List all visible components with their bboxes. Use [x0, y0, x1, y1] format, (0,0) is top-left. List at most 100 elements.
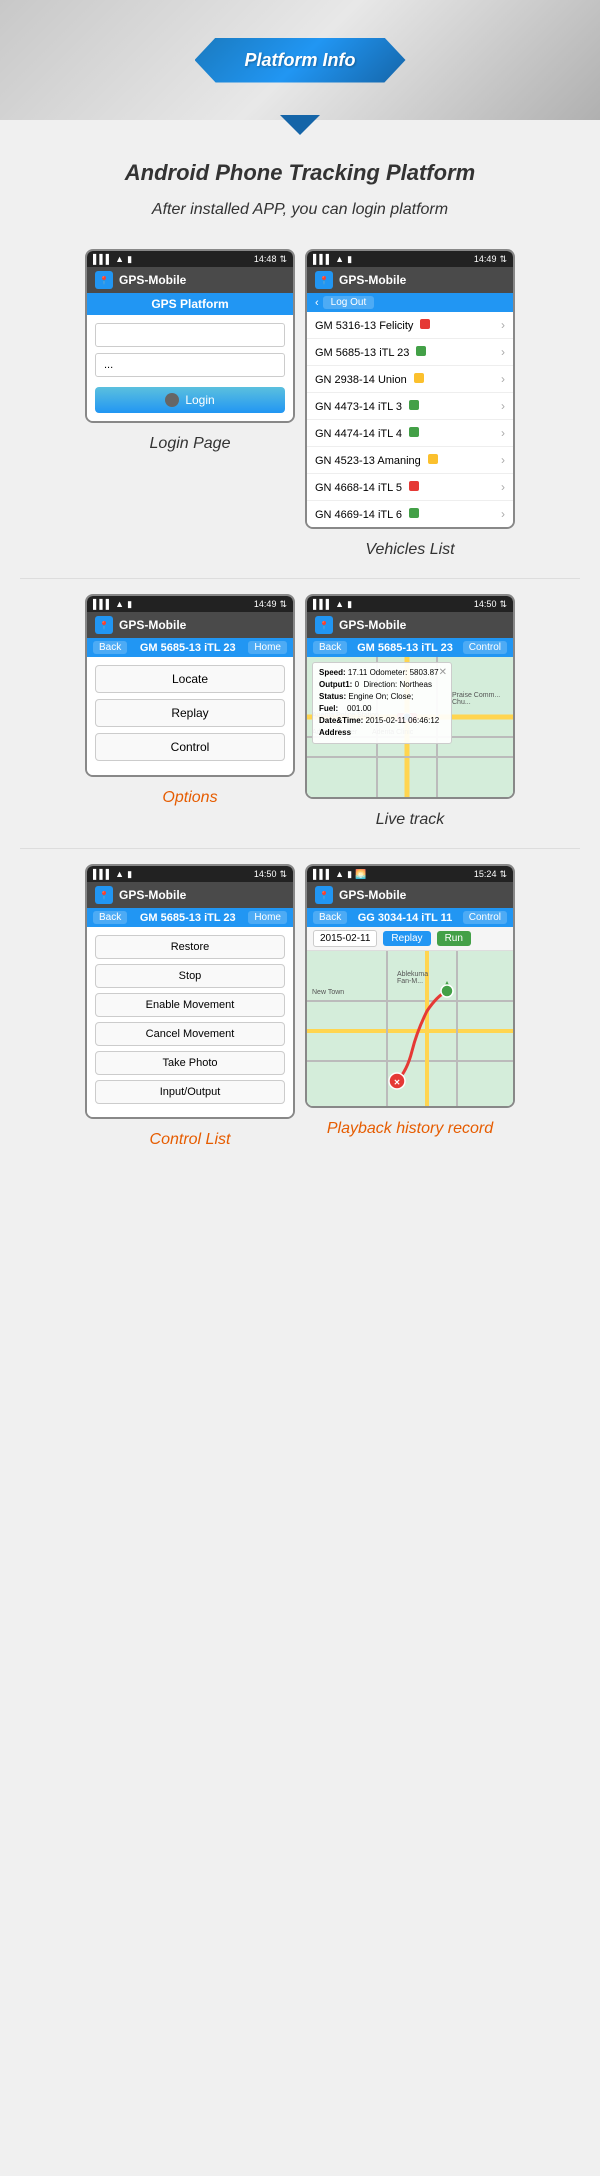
signal-icon: ▌▌▌	[93, 254, 112, 264]
list-item[interactable]: GN 4668-14 iTL 5 ›	[307, 474, 513, 501]
data-icon: ⇅	[499, 254, 507, 265]
vehicles-status-bar: ▌▌▌ ▲ ▮ 14:49 ⇅	[307, 251, 513, 267]
chevron-left-icon: ‹	[315, 297, 319, 309]
status-time: 14:49	[254, 599, 277, 609]
options-label: Options	[158, 785, 221, 811]
gps-app-icon: 📍	[315, 271, 333, 289]
input-output-button[interactable]: Input/Output	[95, 1080, 285, 1104]
battery-icon: ▮	[127, 254, 132, 265]
banner-ribbon: Platform Info	[195, 38, 406, 83]
livetrack-app-header: 📍 GPS-Mobile	[307, 612, 513, 638]
list-item[interactable]: GN 4523-13 Amaning ›	[307, 447, 513, 474]
vehicle-info-popup: ✕ Speed: 17.11 Odometer: 5803.87 Output1…	[312, 662, 452, 744]
password-input[interactable]	[95, 353, 285, 377]
list-item[interactable]: GN 4669-14 iTL 6 ›	[307, 501, 513, 527]
status-dot-green	[409, 427, 419, 437]
back-button[interactable]: Back	[313, 641, 347, 654]
replay-button[interactable]: Replay	[95, 699, 285, 727]
bottom-screens-row: ▌▌▌ ▲ ▮ 14:50 ⇅ 📍 GPS-Mobile Back GM 568…	[0, 854, 600, 1163]
playback-nav: Back GG 3034-14 iTL 11 Control	[307, 908, 513, 927]
playback-phone: ▌▌▌ ▲ ▮ 🌅 15:24 ⇅ 📍 GPS-Mobile Back GG 3…	[305, 864, 515, 1108]
playback-date[interactable]: 2015-02-11	[313, 930, 377, 947]
playback-toolbar: 2015-02-11 Replay Run	[307, 927, 513, 951]
back-button[interactable]: Back	[93, 911, 127, 924]
status-time: 14:50	[474, 599, 497, 609]
cancel-movement-button[interactable]: Cancel Movement	[95, 1022, 285, 1046]
data-icon: ⇅	[499, 869, 507, 880]
stop-button[interactable]: Stop	[95, 964, 285, 988]
status-time: 14:50	[254, 869, 277, 879]
status-time: 15:24	[474, 869, 497, 879]
livetrack-status-bar: ▌▌▌ ▲ ▮ 14:50 ⇅	[307, 596, 513, 612]
options-nav: Back GM 5685-13 iTL 23 Home	[87, 638, 293, 657]
list-item[interactable]: GN 2938-14 Union ›	[307, 366, 513, 393]
login-button[interactable]: Login	[95, 387, 285, 413]
vehicles-screen-pair: ▌▌▌ ▲ ▮ 14:49 ⇅ 📍 GPS-Mobile ‹ Log Out	[305, 249, 515, 563]
locate-button[interactable]: Locate	[95, 665, 285, 693]
logout-bar: ‹ Log Out	[307, 293, 513, 312]
back-button[interactable]: Back	[93, 641, 127, 654]
nav-title: GM 5685-13 iTL 23	[127, 912, 248, 924]
playback-status-bar: ▌▌▌ ▲ ▮ 🌅 15:24 ⇅	[307, 866, 513, 882]
address-info: Address	[319, 727, 445, 739]
settings-icon	[165, 393, 179, 407]
options-screen-pair: ▌▌▌ ▲ ▮ 14:49 ⇅ 📍 GPS-Mobile Back GM 568…	[85, 594, 295, 833]
livetrack-nav: Back GM 5685-13 iTL 23 Control	[307, 638, 513, 657]
divider-1	[20, 578, 580, 579]
take-photo-button[interactable]: Take Photo	[95, 1051, 285, 1075]
close-icon[interactable]: ✕	[439, 665, 447, 680]
chevron-right-icon: ›	[501, 426, 505, 440]
livetrack-map: N6 ✕ Speed: 17.11 Odometer: 5803.87 Outp…	[307, 657, 513, 797]
control-app-name: GPS-Mobile	[119, 888, 186, 902]
replay-button[interactable]: Replay	[383, 931, 430, 946]
login-app-header: 📍 GPS-Mobile	[87, 267, 293, 293]
livetrack-app-name: GPS-Mobile	[339, 618, 406, 632]
logout-button[interactable]: Log Out	[323, 296, 375, 309]
control-button[interactable]: Control	[95, 733, 285, 761]
list-item[interactable]: GN 4474-14 iTL 4 ›	[307, 420, 513, 447]
nav-title: GM 5685-13 iTL 23	[347, 642, 463, 654]
chevron-right-icon: ›	[501, 399, 505, 413]
data-icon: ⇅	[499, 599, 507, 610]
vehicle-name: GM 5316-13 Felicity	[315, 319, 430, 332]
vehicle-name: GN 2938-14 Union	[315, 373, 424, 386]
back-button[interactable]: Back	[313, 911, 347, 924]
data-icon: ⇅	[279, 254, 287, 265]
signal-icon: ▌▌▌	[313, 599, 332, 609]
divider-2	[20, 848, 580, 849]
control-nav: Back GM 5685-13 iTL 23 Home	[87, 908, 293, 927]
speed-info: Speed: 17.11 Odometer: 5803.87	[319, 667, 445, 679]
vehicle-name: GN 4473-14 iTL 3	[315, 400, 419, 413]
username-input[interactable]	[95, 323, 285, 347]
chevron-right-icon: ›	[501, 507, 505, 521]
enable-movement-button[interactable]: Enable Movement	[95, 993, 285, 1017]
vehicle-list: GM 5316-13 Felicity › GM 5685-13 iTL 23 …	[307, 312, 513, 527]
control-body: Restore Stop Enable Movement Cancel Move…	[87, 927, 293, 1117]
home-button[interactable]: Home	[248, 911, 287, 924]
options-body: Locate Replay Control	[87, 657, 293, 775]
home-button[interactable]: Home	[248, 641, 287, 654]
data-icon: ⇅	[279, 869, 287, 880]
top-screens-row: ▌▌▌ ▲ ▮ 14:48 ⇅ 📍 GPS-Mobile GPS Platfor…	[0, 239, 600, 573]
control-app-header: 📍 GPS-Mobile	[87, 882, 293, 908]
list-item[interactable]: GN 4473-14 iTL 3 ›	[307, 393, 513, 420]
run-button[interactable]: Run	[437, 931, 471, 946]
signal-icon: ▌▌▌	[93, 869, 112, 879]
gps-app-icon: 📍	[315, 616, 333, 634]
playback-map: ✕ New Town AblekumaFan-M...	[307, 951, 513, 1106]
list-item[interactable]: GM 5316-13 Felicity ›	[307, 312, 513, 339]
control-button[interactable]: Control	[463, 911, 507, 924]
status-dot-red	[409, 481, 419, 491]
status-dot-yellow	[414, 373, 424, 383]
gps-app-icon: 📍	[95, 616, 113, 634]
login-body: Login	[87, 315, 293, 421]
list-item[interactable]: GM 5685-13 iTL 23 ›	[307, 339, 513, 366]
subtitle: After installed APP, you can login platf…	[0, 196, 600, 239]
signal-icon: ▌▌▌	[313, 254, 332, 264]
battery-icon: ▮	[347, 254, 352, 265]
login-phone: ▌▌▌ ▲ ▮ 14:48 ⇅ 📍 GPS-Mobile GPS Platfor…	[85, 249, 295, 423]
livetrack-phone: ▌▌▌ ▲ ▮ 14:50 ⇅ 📍 GPS-Mobile Back GM 568…	[305, 594, 515, 799]
restore-button[interactable]: Restore	[95, 935, 285, 959]
status-dot-green	[409, 400, 419, 410]
control-button[interactable]: Control	[463, 641, 507, 654]
